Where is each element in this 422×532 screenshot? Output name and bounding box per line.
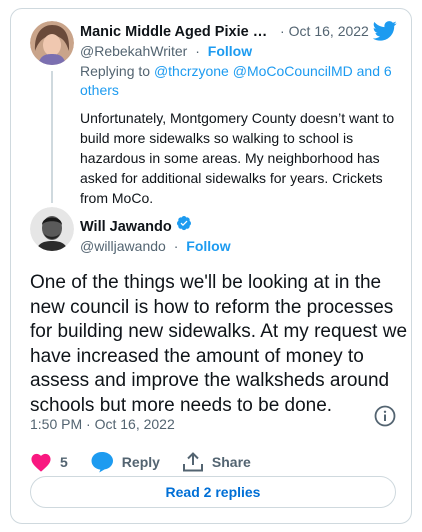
reply-label: Reply [121,454,160,470]
others-link[interactable]: others [80,82,119,98]
separator-dot: · [195,43,200,59]
reply-tweet-header: Will Jawando @willjawando · Follow [80,215,360,254]
author-name[interactable]: Will Jawando [80,219,172,235]
replying-to: Replying to @thcrzyone @MoCoCouncilMD an… [80,62,400,100]
tweet-date[interactable]: Oct 16, 2022 [289,23,369,39]
author-handle[interactable]: @willjawando [80,238,166,254]
info-icon[interactable] [373,404,397,428]
reply-button[interactable]: Reply [90,451,160,473]
share-icon [182,452,203,472]
replying-to-label: Replying to [80,63,151,79]
tweet-embed-card: Manic Middle Aged Pixie Dr... · Oct 16, … [10,8,412,524]
heart-icon [31,453,51,472]
separator-dot: · [280,23,285,39]
follow-button[interactable]: Follow [208,43,252,59]
author-handle[interactable]: @RebekahWriter [80,43,187,59]
avatar[interactable] [30,207,74,251]
share-button[interactable]: Share [182,451,251,473]
like-count: 5 [60,454,68,470]
tweet-actions: 5 Reply Share [30,451,273,473]
separator-dot: · [173,238,179,254]
mention-links[interactable]: @thcrzyone @MoCoCouncilMD and 6 [154,63,392,79]
reply-bubble-icon [91,452,113,473]
tweet-text: One of the things we'll be looking at in… [30,272,408,416]
share-label: Share [211,454,251,470]
follow-button[interactable]: Follow [186,238,230,254]
author-name[interactable]: Manic Middle Aged Pixie Dr... [80,24,276,40]
read-replies-button[interactable]: Read 2 replies [30,476,396,508]
avatar[interactable] [30,21,74,65]
twitter-logo-icon[interactable] [373,21,397,41]
parent-tweet-header: Manic Middle Aged Pixie Dr... · Oct 16, … [80,23,375,59]
parent-tweet-text: Unfortunately, Montgomery County doesn’t… [80,110,395,206]
thread-line [51,71,53,203]
like-button[interactable]: 5 [30,452,68,472]
verified-badge-icon [176,216,191,231]
tweet-timestamp[interactable]: 1:50 PM · Oct 16, 2022 [30,416,175,432]
